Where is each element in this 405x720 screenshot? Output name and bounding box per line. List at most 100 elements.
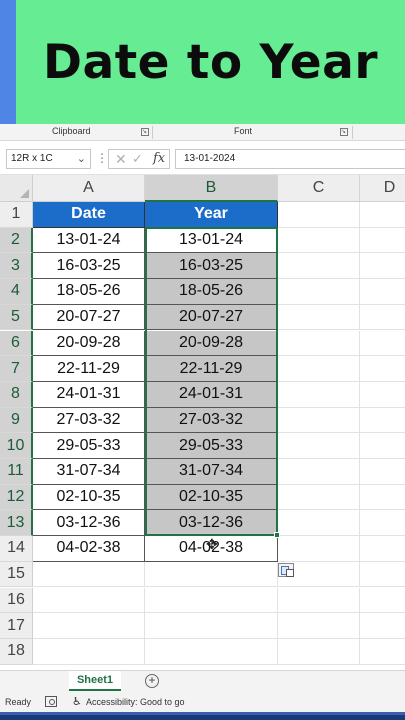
empty-cell[interactable] [33, 613, 145, 639]
row-header[interactable]: 17 [0, 613, 33, 639]
row-header[interactable]: 13 [0, 510, 33, 537]
date-cell[interactable]: 31-07-34 [33, 459, 145, 485]
fill-handle[interactable] [274, 532, 280, 538]
empty-cell[interactable] [360, 305, 405, 331]
column-header-a[interactable]: A [33, 175, 145, 202]
date-cell[interactable]: 16-03-25 [33, 253, 145, 280]
formula-input[interactable]: 13-01-2024 [175, 149, 405, 169]
header-cell-year[interactable]: Year [145, 202, 278, 228]
row-header[interactable]: 18 [0, 638, 33, 665]
empty-cell[interactable] [278, 587, 360, 614]
empty-cell[interactable] [360, 356, 405, 382]
row-header[interactable]: 9 [0, 407, 33, 434]
empty-cell[interactable] [360, 562, 405, 588]
clipboard-launcher-icon[interactable]: ↘ [141, 128, 149, 136]
year-cell[interactable]: 02-10-35 [145, 484, 278, 511]
date-cell[interactable]: 20-07-27 [33, 304, 145, 331]
more-options-icon[interactable]: ⋮ [96, 151, 108, 165]
empty-cell[interactable] [278, 381, 360, 408]
empty-cell[interactable] [278, 304, 360, 331]
year-cell[interactable]: 24-01-31 [145, 381, 278, 408]
date-cell[interactable]: 29-05-33 [33, 433, 145, 459]
empty-cell[interactable] [360, 331, 405, 357]
row-header[interactable]: 8 [0, 381, 33, 408]
empty-cell[interactable] [360, 433, 405, 459]
empty-cell[interactable] [360, 253, 405, 280]
empty-cell[interactable] [278, 202, 360, 228]
empty-cell[interactable] [360, 485, 405, 511]
date-cell[interactable]: 20-09-28 [33, 330, 145, 357]
empty-cell[interactable] [33, 638, 145, 665]
year-cell[interactable]: 20-07-27 [145, 304, 278, 331]
empty-cell[interactable] [278, 484, 360, 511]
row-header[interactable]: 10 [0, 433, 33, 459]
date-cell[interactable]: 22-11-29 [33, 356, 145, 382]
font-launcher-icon[interactable]: ↘ [340, 128, 348, 136]
accessibility-icon[interactable]: ♿ [72, 695, 82, 708]
row-header[interactable]: 7 [0, 356, 33, 382]
empty-cell[interactable] [278, 356, 360, 382]
empty-cell[interactable] [360, 536, 405, 562]
row-header[interactable]: 14 [0, 536, 33, 562]
empty-cell[interactable] [360, 510, 405, 537]
empty-cell[interactable] [360, 279, 405, 305]
date-cell[interactable]: 02-10-35 [33, 484, 145, 511]
empty-cell[interactable] [33, 587, 145, 614]
macro-record-icon[interactable] [45, 696, 57, 707]
year-cell[interactable]: 22-11-29 [145, 356, 278, 382]
empty-cell[interactable] [360, 613, 405, 639]
row-header[interactable]: 3 [0, 253, 33, 280]
name-box[interactable]: 12R x 1C ⌄ [6, 149, 91, 169]
empty-cell[interactable] [278, 459, 360, 485]
empty-cell[interactable] [278, 638, 360, 665]
empty-cell[interactable] [278, 510, 360, 537]
empty-cell[interactable] [360, 588, 405, 614]
empty-cell[interactable] [278, 227, 360, 254]
year-cell[interactable]: 29-05-33 [145, 433, 278, 459]
header-cell-date[interactable]: Date [33, 202, 145, 228]
cancel-icon[interactable]: ✕ [115, 151, 127, 168]
year-cell[interactable]: 18-05-26 [145, 279, 278, 305]
empty-cell[interactable] [278, 279, 360, 305]
year-cell[interactable]: 13-01-24 [145, 227, 278, 254]
year-cell[interactable]: 16-03-25 [145, 253, 278, 280]
accessibility-status[interactable]: Accessibility: Good to go [86, 697, 185, 707]
empty-cell[interactable] [278, 253, 360, 280]
date-cell[interactable]: 03-12-36 [33, 510, 145, 537]
row-header[interactable]: 12 [0, 484, 33, 511]
row-header[interactable]: 4 [0, 279, 33, 305]
empty-cell[interactable] [360, 228, 405, 254]
row-header[interactable]: 2 [0, 227, 33, 254]
row-header[interactable]: 1 [0, 202, 33, 228]
empty-cell[interactable] [278, 433, 360, 459]
year-cell[interactable]: 03-12-36 [145, 510, 278, 537]
check-icon[interactable]: ✓ [132, 151, 143, 167]
date-cell[interactable]: 24-01-31 [33, 381, 145, 408]
empty-cell[interactable] [145, 587, 278, 614]
empty-cell[interactable] [360, 459, 405, 485]
row-header[interactable]: 11 [0, 459, 33, 485]
paste-options-icon[interactable] [278, 563, 294, 577]
date-cell[interactable]: 27-03-32 [33, 407, 145, 434]
year-cell[interactable]: 27-03-32 [145, 407, 278, 434]
empty-cell[interactable] [145, 638, 278, 665]
date-cell[interactable]: 18-05-26 [33, 279, 145, 305]
sheet-tab-sheet1[interactable]: Sheet1 [69, 671, 121, 691]
empty-cell[interactable] [360, 202, 405, 228]
chevron-down-icon[interactable]: ⌄ [77, 152, 86, 165]
column-header-d[interactable]: D [360, 175, 405, 202]
empty-cell[interactable] [145, 613, 278, 639]
empty-cell[interactable] [360, 408, 405, 434]
row-header[interactable]: 16 [0, 587, 33, 614]
empty-cell[interactable] [33, 561, 145, 588]
empty-cell[interactable] [278, 407, 360, 434]
empty-cell[interactable] [360, 639, 405, 665]
empty-cell[interactable] [278, 536, 360, 562]
date-cell[interactable]: 13-01-24 [33, 227, 145, 254]
insert-function-button[interactable]: fx [153, 151, 165, 166]
column-header-b[interactable]: B [145, 175, 278, 202]
empty-cell[interactable] [360, 382, 405, 408]
empty-cell[interactable] [145, 561, 278, 588]
select-all-corner[interactable] [0, 175, 33, 202]
row-header[interactable]: 5 [0, 304, 33, 331]
